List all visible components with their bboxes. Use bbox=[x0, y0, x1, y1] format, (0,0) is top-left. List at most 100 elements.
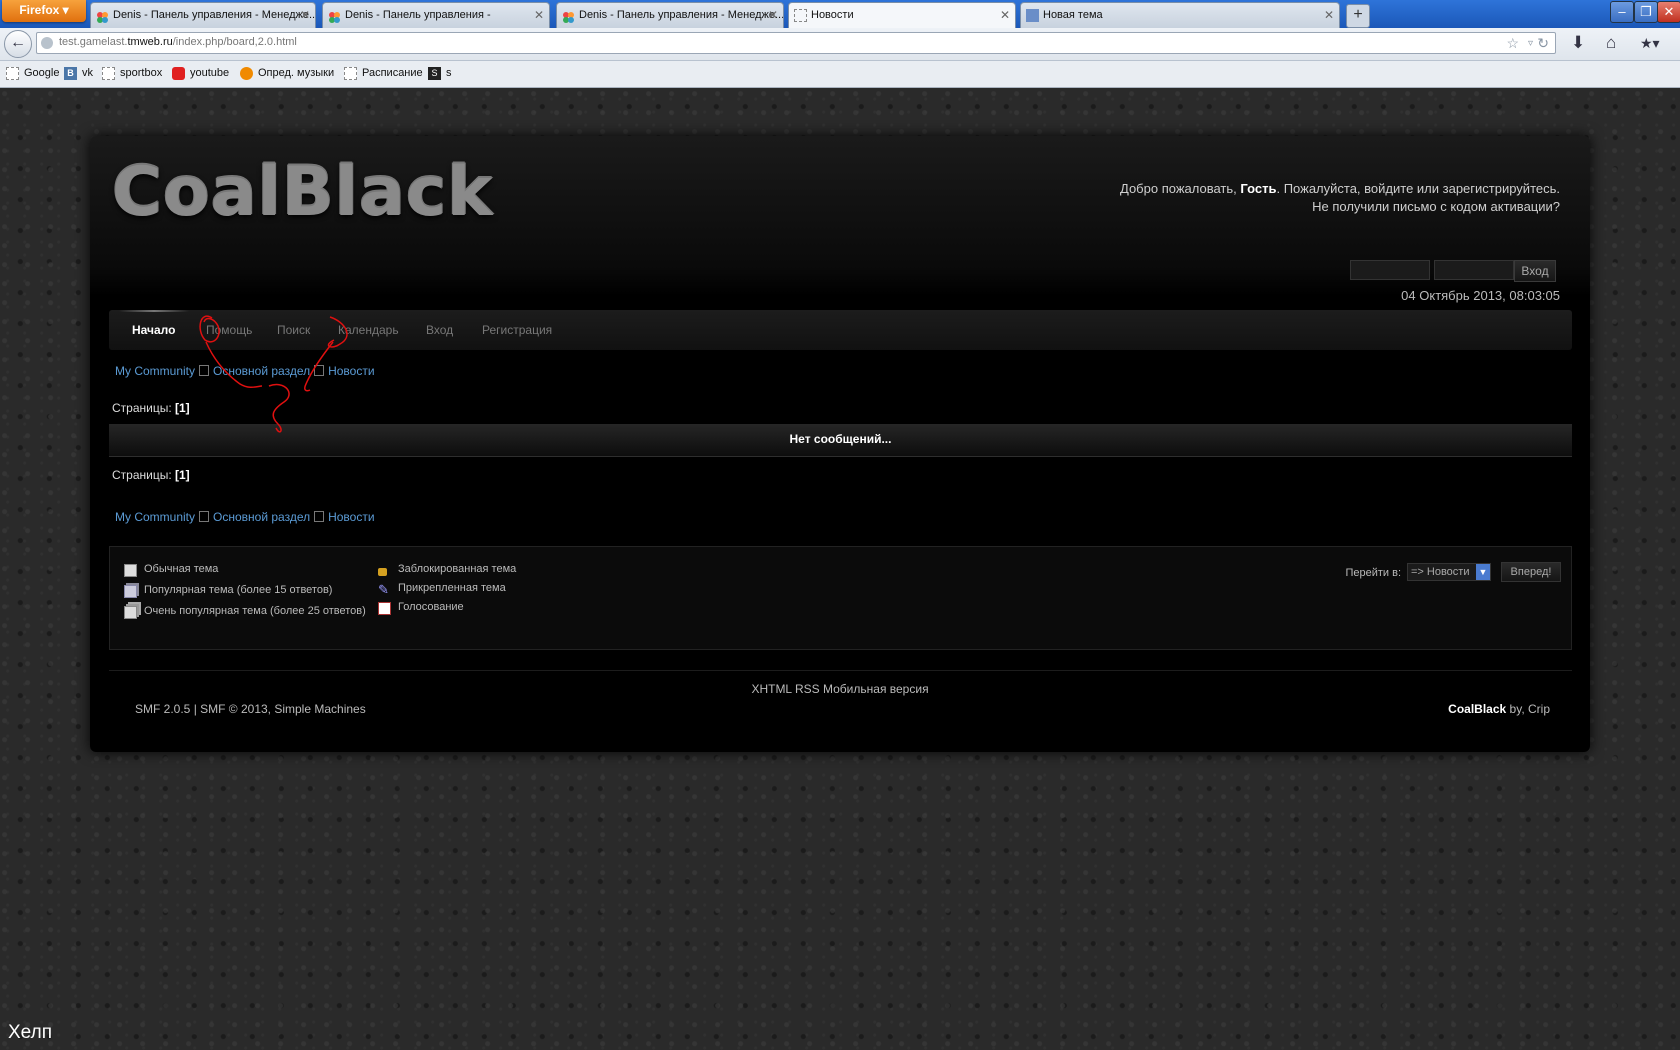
joomla-icon bbox=[328, 9, 341, 23]
page-icon bbox=[102, 67, 115, 80]
very-hot-topic-icon bbox=[124, 606, 137, 619]
login-form: Вход bbox=[1350, 260, 1560, 282]
legend-label: Голосование bbox=[398, 601, 464, 613]
bookmark-label: youtube bbox=[190, 67, 230, 79]
pages-label: Страницы: bbox=[112, 401, 172, 415]
tab-4[interactable]: Новости ✕ bbox=[788, 2, 1016, 28]
activation-link[interactable]: Не получили письмо с кодом активации? bbox=[1312, 199, 1560, 214]
star-bookmark-icon[interactable]: ☆ bbox=[1506, 35, 1519, 52]
close-window-button[interactable]: ✕ bbox=[1657, 1, 1680, 23]
chevron-down-icon[interactable]: ▼ bbox=[1476, 564, 1490, 580]
site-logo[interactable]: CoalBlack bbox=[112, 152, 493, 231]
password-field[interactable] bbox=[1434, 260, 1514, 280]
close-icon[interactable]: ✕ bbox=[534, 3, 544, 28]
close-icon[interactable]: ✕ bbox=[768, 3, 778, 28]
tab-2[interactable]: Denis - Панель управления - ✕ bbox=[322, 2, 550, 28]
pages-current: [1] bbox=[175, 468, 190, 482]
maximize-button[interactable]: ❐ bbox=[1634, 1, 1658, 23]
menu-item-search[interactable]: Поиск bbox=[277, 323, 310, 337]
menu-item-register[interactable]: Регистрация bbox=[482, 323, 552, 337]
jump-selected-value: => Новости bbox=[1411, 566, 1470, 578]
welcome-user: Гость bbox=[1240, 181, 1277, 196]
tab-1[interactable]: Denis - Панель управления - Менедже... ✕ bbox=[90, 2, 316, 28]
menu-item-home[interactable]: Начало bbox=[132, 323, 175, 337]
bookmark-music[interactable]: Опред. музыки bbox=[240, 67, 335, 80]
home-icon[interactable]: ⌂ bbox=[1606, 33, 1616, 53]
bookmark-label: Расписание bbox=[362, 67, 423, 79]
smf-icon bbox=[1026, 9, 1039, 22]
back-button[interactable]: ← bbox=[4, 30, 32, 58]
menu-item-calendar[interactable]: Календарь bbox=[338, 323, 399, 337]
youtube-icon bbox=[172, 67, 185, 80]
bookmark-label: Опред. музыки bbox=[258, 67, 335, 79]
url-domain: tmweb.ru bbox=[127, 36, 173, 48]
vk-icon: В bbox=[64, 67, 77, 80]
breadcrumb-separator-icon bbox=[199, 511, 210, 522]
theme-author[interactable]: by, Crip bbox=[1506, 702, 1550, 716]
menu-item-help[interactable]: Помощь bbox=[206, 323, 252, 337]
main-menu: Начало Помощь Поиск Календарь Вход Регис… bbox=[109, 310, 1572, 350]
welcome-suffix[interactable]: . Пожалуйста, войдите или зарегистрируйт… bbox=[1276, 181, 1560, 196]
breadcrumb-separator-icon bbox=[314, 365, 325, 376]
legend-label: Прикрепленная тема bbox=[398, 582, 506, 594]
pagination-bottom: Страницы: [1] bbox=[112, 468, 190, 482]
breadcrumb-bottom: My Community Основной раздел Новости bbox=[115, 510, 375, 524]
jump-go-button[interactable]: Вперед! bbox=[1501, 562, 1561, 582]
bookmark-schedule[interactable]: Расписание bbox=[344, 67, 423, 80]
tab-5-label: Новая тема bbox=[1043, 9, 1103, 21]
legend-very-hot-topic: Очень популярная тема (более 25 ответов) bbox=[124, 605, 366, 619]
url-prefix: test.gamelast. bbox=[59, 36, 128, 48]
breadcrumb-news[interactable]: Новости bbox=[328, 510, 374, 524]
download-icon[interactable]: ⬇ bbox=[1571, 33, 1585, 53]
site-identity-icon[interactable] bbox=[41, 37, 53, 49]
bookmark-google[interactable]: Google bbox=[6, 67, 59, 80]
firefox-menu-button[interactable]: Firefox ▾ bbox=[2, 0, 86, 22]
footer-links[interactable]: XHTML RSS Мобильная версия bbox=[90, 682, 1590, 696]
tab-5[interactable]: Новая тема ✕ bbox=[1020, 2, 1340, 28]
menu-item-login[interactable]: Вход bbox=[426, 323, 453, 337]
tab-4-label: Новости bbox=[811, 9, 854, 21]
bookmark-label: sportbox bbox=[120, 67, 163, 79]
breadcrumb-community[interactable]: My Community bbox=[115, 364, 195, 378]
minimize-button[interactable]: – bbox=[1610, 1, 1634, 23]
normal-topic-icon bbox=[124, 564, 137, 577]
bookmark-s[interactable]: Ss bbox=[428, 67, 452, 80]
jump-to: Перейти в: => Новости ▼ Вперед! bbox=[1321, 562, 1561, 583]
page-icon bbox=[344, 67, 357, 80]
reload-icon[interactable]: ↻ bbox=[1537, 35, 1549, 52]
pin-icon: ✎ bbox=[378, 582, 389, 597]
theme-name: CoalBlack bbox=[1448, 702, 1507, 716]
url-path: /index.php/board,2.0.html bbox=[172, 36, 297, 48]
login-button[interactable]: Вход bbox=[1514, 260, 1556, 282]
legend-label: Заблокированная тема bbox=[398, 563, 517, 575]
jump-select[interactable]: => Новости ▼ bbox=[1407, 563, 1491, 581]
footer-theme-credit: CoalBlack by, Crip bbox=[1448, 702, 1550, 716]
username-field[interactable] bbox=[1350, 260, 1430, 280]
joomla-icon bbox=[562, 9, 575, 23]
legend-normal-topic: Обычная тема bbox=[124, 563, 219, 577]
tab-3[interactable]: Denis - Панель управления - Менедже... ✕ bbox=[556, 2, 784, 28]
topic-legend: Обычная тема Популярная тема (более 15 о… bbox=[109, 546, 1572, 650]
close-icon[interactable]: ✕ bbox=[300, 3, 310, 28]
footer-copyright[interactable]: SMF 2.0.5 | SMF © 2013, Simple Machines bbox=[135, 702, 366, 716]
forum-wrapper: CoalBlack Добро пожаловать, Гость. Пожал… bbox=[90, 136, 1590, 752]
new-tab-button[interactable]: + bbox=[1346, 4, 1370, 28]
close-icon[interactable]: ✕ bbox=[1324, 3, 1334, 28]
blank-page-icon bbox=[794, 9, 807, 22]
bookmark-youtube[interactable]: youtube bbox=[172, 67, 230, 80]
breadcrumb-community[interactable]: My Community bbox=[115, 510, 195, 524]
address-bar[interactable]: test.gamelast.tmweb.ru/index.php/board,2… bbox=[36, 32, 1556, 54]
legend-label: Обычная тема bbox=[144, 563, 219, 575]
breadcrumb-main-section[interactable]: Основной раздел bbox=[213, 364, 310, 378]
breadcrumb-main-section[interactable]: Основной раздел bbox=[213, 510, 310, 524]
bookmark-vk[interactable]: Вvk bbox=[64, 67, 93, 80]
breadcrumb: My Community Основной раздел Новости bbox=[115, 364, 375, 378]
bookmarks-menu-icon[interactable]: ★▾ bbox=[1640, 35, 1660, 52]
legend-poll: Голосование bbox=[378, 601, 464, 615]
bookmark-sportbox[interactable]: sportbox bbox=[102, 67, 163, 80]
dropdown-icon[interactable]: ▿ bbox=[1528, 38, 1533, 49]
breadcrumb-news[interactable]: Новости bbox=[328, 364, 374, 378]
close-icon[interactable]: ✕ bbox=[1000, 3, 1010, 28]
url-text: test.gamelast.tmweb.ru/index.php/board,2… bbox=[59, 36, 297, 48]
no-messages-bar: Нет сообщений... bbox=[109, 424, 1572, 457]
